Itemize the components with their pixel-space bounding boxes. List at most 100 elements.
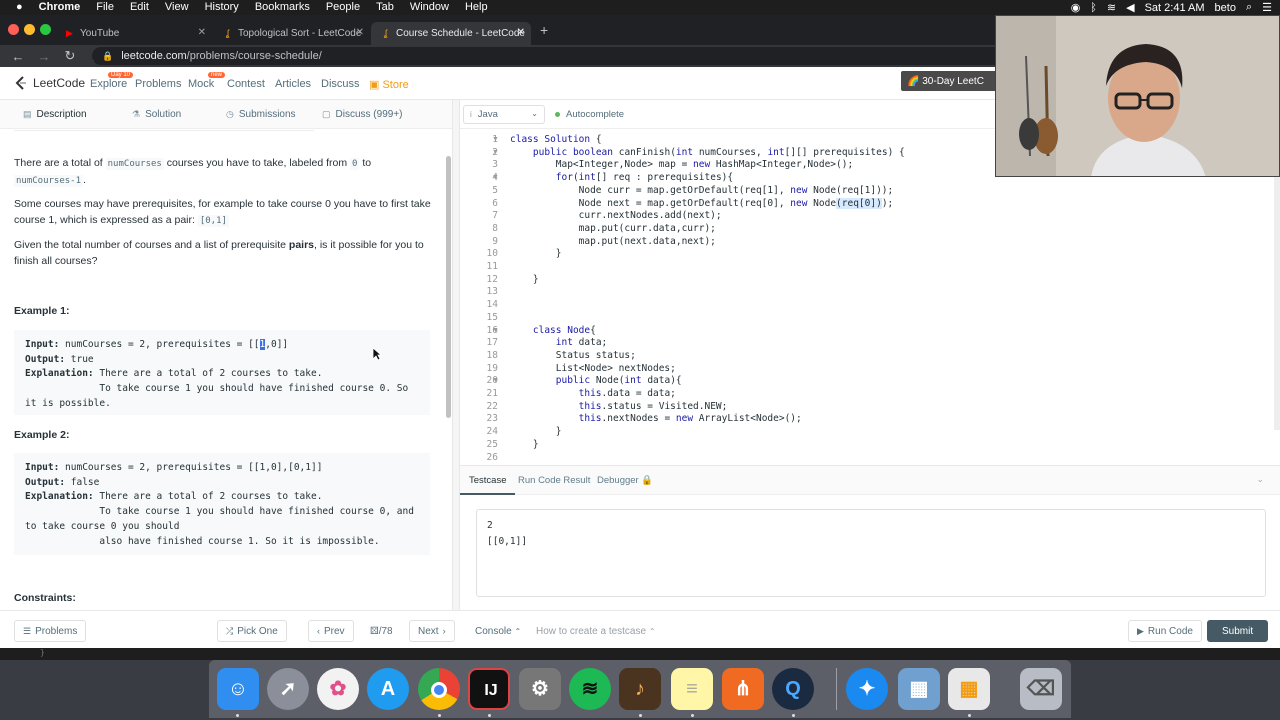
code-line[interactable]: public boolean canFinish(int numCourses,… [510, 147, 905, 160]
code-line[interactable]: public Node(int data){ [510, 375, 682, 388]
tab-youtube[interactable]: ▶ YouTube ✕ [55, 22, 212, 45]
nav-store[interactable]: ▣ Store [369, 78, 409, 91]
user-name[interactable]: beto [1215, 2, 1236, 14]
prev-button[interactable]: ‹ Prev [308, 620, 354, 642]
autocomplete-toggle[interactable]: Autocomplete [555, 109, 624, 120]
code-line[interactable]: Status status; [510, 350, 636, 363]
code-area[interactable]: class Solution { public boolean canFinis… [510, 134, 1270, 465]
volume-icon[interactable]: ◀ [1126, 1, 1134, 14]
menu-chrome[interactable]: Chrome [39, 0, 81, 15]
forward-icon[interactable]: → [36, 49, 52, 64]
code-line[interactable]: Node next = map.getOrDefault(req[0], new… [510, 197, 893, 211]
control-center-icon[interactable]: ☰ [1262, 1, 1272, 14]
fold-arrow-icon[interactable]: ▼ [492, 149, 499, 156]
tab-run-code-result[interactable]: Run Code Result [518, 475, 590, 486]
trash-icon[interactable]: ⌫ [1020, 668, 1062, 710]
code-line[interactable]: this.nextNodes = new ArrayList<Node>(); [510, 413, 802, 426]
tab-testcase[interactable]: Testcase [469, 475, 507, 486]
notes-icon[interactable]: ≡ [671, 668, 713, 710]
code-line[interactable]: Map<Integer,Node> map = new HashMap<Inte… [510, 159, 853, 172]
description-scrollbar[interactable] [446, 156, 451, 418]
code-line[interactable]: this.status = Visited.NEW; [510, 401, 728, 414]
fold-arrow-icon[interactable]: ▼ [492, 377, 499, 384]
tab-discuss[interactable]: ▢ Discuss (999+) [322, 109, 402, 120]
fold-arrow-icon[interactable]: ▼ [492, 174, 499, 181]
nav-discuss[interactable]: Discuss [321, 78, 360, 90]
code-line[interactable]: this.data = data; [510, 388, 676, 401]
nav-explore[interactable]: Explore Day 10 [90, 72, 134, 90]
next-button[interactable]: Next › [409, 620, 455, 642]
wifi-icon[interactable]: ≋ [1107, 1, 1116, 14]
tab-close-icon[interactable]: ✕ [356, 27, 364, 38]
tab-debugger[interactable]: Debugger 🔒 [597, 475, 653, 486]
reload-icon[interactable]: ↻ [62, 48, 78, 64]
leetcode-logo[interactable]: LeetCode [14, 76, 85, 90]
window-close-icon[interactable] [8, 24, 19, 35]
tab-course-schedule[interactable]: ʆ Course Schedule - LeetCode ✕ [371, 22, 531, 45]
tab-description[interactable]: ▤ Description [23, 109, 87, 120]
language-select[interactable]: i Java ⌄ [463, 105, 545, 124]
menu-help[interactable]: Help [465, 0, 488, 15]
window-minimize-icon[interactable] [24, 24, 35, 35]
code-line[interactable]: Node curr = map.getOrDefault(req[1], new… [510, 185, 894, 198]
clock[interactable]: Sat 2:41 AM [1145, 2, 1205, 14]
promo-banner[interactable]: 🌈 30-Day LeetC [901, 71, 1001, 91]
spotify-icon[interactable]: ≋ [569, 668, 611, 710]
run-code-button[interactable]: ▶ Run Code [1128, 620, 1202, 642]
problems-button[interactable]: ☰ Problems [14, 620, 87, 642]
tab-close-icon[interactable]: ✕ [198, 27, 206, 38]
apple-menu-icon[interactable]: ● [16, 0, 23, 15]
panel-resize-handle[interactable] [452, 100, 460, 610]
code-line[interactable]: } [510, 426, 562, 439]
bluetooth-icon[interactable]: ᛒ [1090, 2, 1097, 14]
chevron-down-icon[interactable]: ⌄ [1256, 474, 1264, 485]
code-line[interactable]: } [510, 274, 539, 287]
tab-submissions[interactable]: ◷ Submissions [226, 109, 296, 120]
nav-contest[interactable]: Contest [227, 78, 265, 90]
code-line[interactable]: map.put(curr.data,curr); [510, 223, 716, 236]
photos-icon[interactable]: ✿ [317, 668, 359, 710]
menu-edit[interactable]: Edit [130, 0, 149, 15]
sourcetree-icon[interactable]: ⋔ [722, 668, 764, 710]
chrome-icon[interactable] [418, 668, 460, 710]
submit-button[interactable]: Submit [1207, 620, 1269, 642]
code-line[interactable]: class Solution { [510, 134, 602, 147]
back-icon[interactable]: ← [10, 49, 26, 64]
page-indicator[interactable]: ⚄/78 [370, 626, 393, 637]
code-line[interactable]: curr.nextNodes.add(next); [510, 210, 722, 223]
tab-close-icon[interactable]: ✕ [517, 27, 525, 38]
spotlight-icon[interactable]: ⌕ [1246, 1, 1252, 14]
nav-articles[interactable]: Articles [275, 78, 311, 90]
safari-icon[interactable]: ✦ [846, 668, 888, 710]
garageband-icon[interactable]: ♪ [619, 668, 661, 710]
app-store-icon[interactable]: A [367, 668, 409, 710]
finder-icon[interactable]: ☺ [217, 668, 259, 710]
quicktime-icon[interactable]: Q [772, 668, 814, 710]
pick-one-button[interactable]: ⤮ Pick One [217, 620, 287, 642]
menu-file[interactable]: File [96, 0, 114, 15]
console-toggle[interactable]: Console ⌃ [475, 626, 521, 637]
code-line[interactable]: int data; [510, 337, 608, 350]
code-line[interactable]: class Node{ [510, 325, 596, 338]
how-to-testcase-link[interactable]: How to create a testcase ⌃ [536, 626, 656, 637]
menu-people[interactable]: People [326, 0, 360, 15]
code-line[interactable]: for(int[] req : prerequisites){ [510, 172, 733, 185]
menu-window[interactable]: Window [410, 0, 449, 15]
tab-solution[interactable]: ⚗ Solution [132, 109, 181, 120]
intellij-icon[interactable]: IJ [468, 668, 510, 710]
menu-view[interactable]: View [165, 0, 189, 15]
code-line[interactable]: List<Node> nextNodes; [510, 363, 676, 376]
code-line[interactable]: map.put(next.data,next); [510, 236, 716, 249]
system-preferences-icon[interactable]: ⚙ [519, 668, 561, 710]
fold-arrow-icon[interactable]: ▼ [492, 327, 499, 334]
menu-tab[interactable]: Tab [376, 0, 394, 15]
nav-problems[interactable]: Problems [135, 78, 181, 90]
new-tab-icon[interactable]: + [540, 22, 548, 38]
fold-arrow-icon[interactable]: ▼ [492, 136, 499, 143]
tab-topological-sort[interactable]: ʆ Topological Sort - LeetCode ✕ [213, 22, 370, 45]
launchpad-icon[interactable]: ➚ [267, 668, 309, 710]
nav-mock[interactable]: Mock new [188, 72, 226, 90]
calculator-icon[interactable]: ▦ [948, 668, 990, 710]
menu-bookmarks[interactable]: Bookmarks [255, 0, 310, 15]
code-line[interactable]: } [510, 248, 562, 261]
